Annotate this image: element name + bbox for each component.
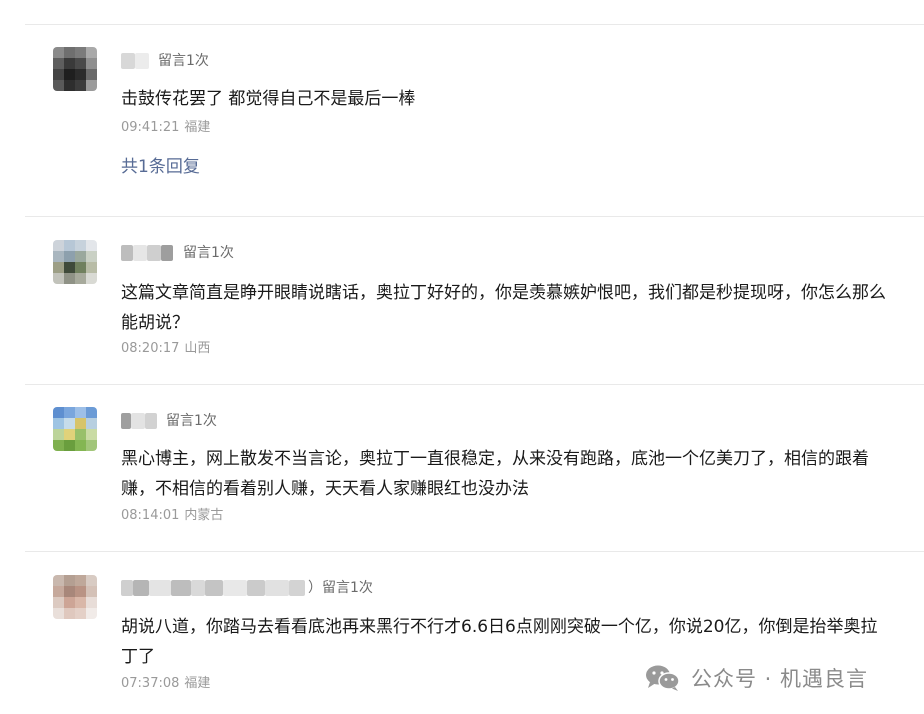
comment-location: 内蒙古 [184, 508, 224, 523]
avatar[interactable] [53, 407, 97, 451]
comment-count-badge: 留言1次 [322, 580, 373, 596]
comment-location: 山西 [184, 341, 211, 356]
comment-time: 08:14:01 [121, 508, 180, 523]
comment-time: 09:41:21 [121, 120, 180, 135]
comment-location: 福建 [184, 120, 211, 135]
comment-meta: 09:41:21 福建 [121, 119, 210, 137]
view-replies-link[interactable]: 共1条回复 [121, 156, 200, 178]
watermark-text: 公众号 · 机遇良言 [691, 667, 869, 691]
nickname-obscured[interactable] [121, 245, 176, 261]
comment-meta: 08:20:17 山西 [121, 340, 210, 358]
comment-text: 黑心博主，网上散发不当言论，奥拉丁一直很稳定，从来没有跑路，底池一个亿美刀了，相… [121, 449, 869, 499]
comment-time: 07:37:08 [121, 676, 180, 691]
top-divider [25, 24, 924, 25]
watermark: 公众号 · 机遇良言 [645, 664, 868, 692]
comment-meta: 08:14:01 内蒙古 [121, 507, 223, 525]
comment-divider [25, 216, 924, 217]
comment-count-badge: 留言1次 [166, 413, 217, 429]
avatar[interactable] [53, 240, 97, 284]
comment-divider [25, 551, 924, 552]
comment-text: 这篇文章简直是睁开眼睛说瞎话，奥拉丁好好的，你是羡慕嫉妒恨吧，我们都是秒提现呀，… [121, 283, 886, 333]
comment-count-badge: 留言1次 [158, 53, 209, 69]
nickname-suffix: ） [308, 580, 322, 596]
avatar[interactable] [53, 47, 97, 91]
comment-divider [25, 384, 924, 385]
comment-location: 福建 [184, 676, 211, 691]
comment-text: 击鼓传花罢了 都觉得自己不是最后一棒 [121, 89, 416, 109]
comment-meta: 07:37:08 福建 [121, 675, 210, 693]
nickname-obscured[interactable] [121, 413, 159, 429]
nickname-obscured[interactable] [121, 580, 307, 596]
wechat-icon [645, 664, 681, 692]
avatar[interactable] [53, 575, 97, 619]
nickname-obscured[interactable] [121, 53, 151, 69]
comment-time: 08:20:17 [121, 341, 180, 356]
comment-count-badge: 留言1次 [183, 245, 234, 261]
